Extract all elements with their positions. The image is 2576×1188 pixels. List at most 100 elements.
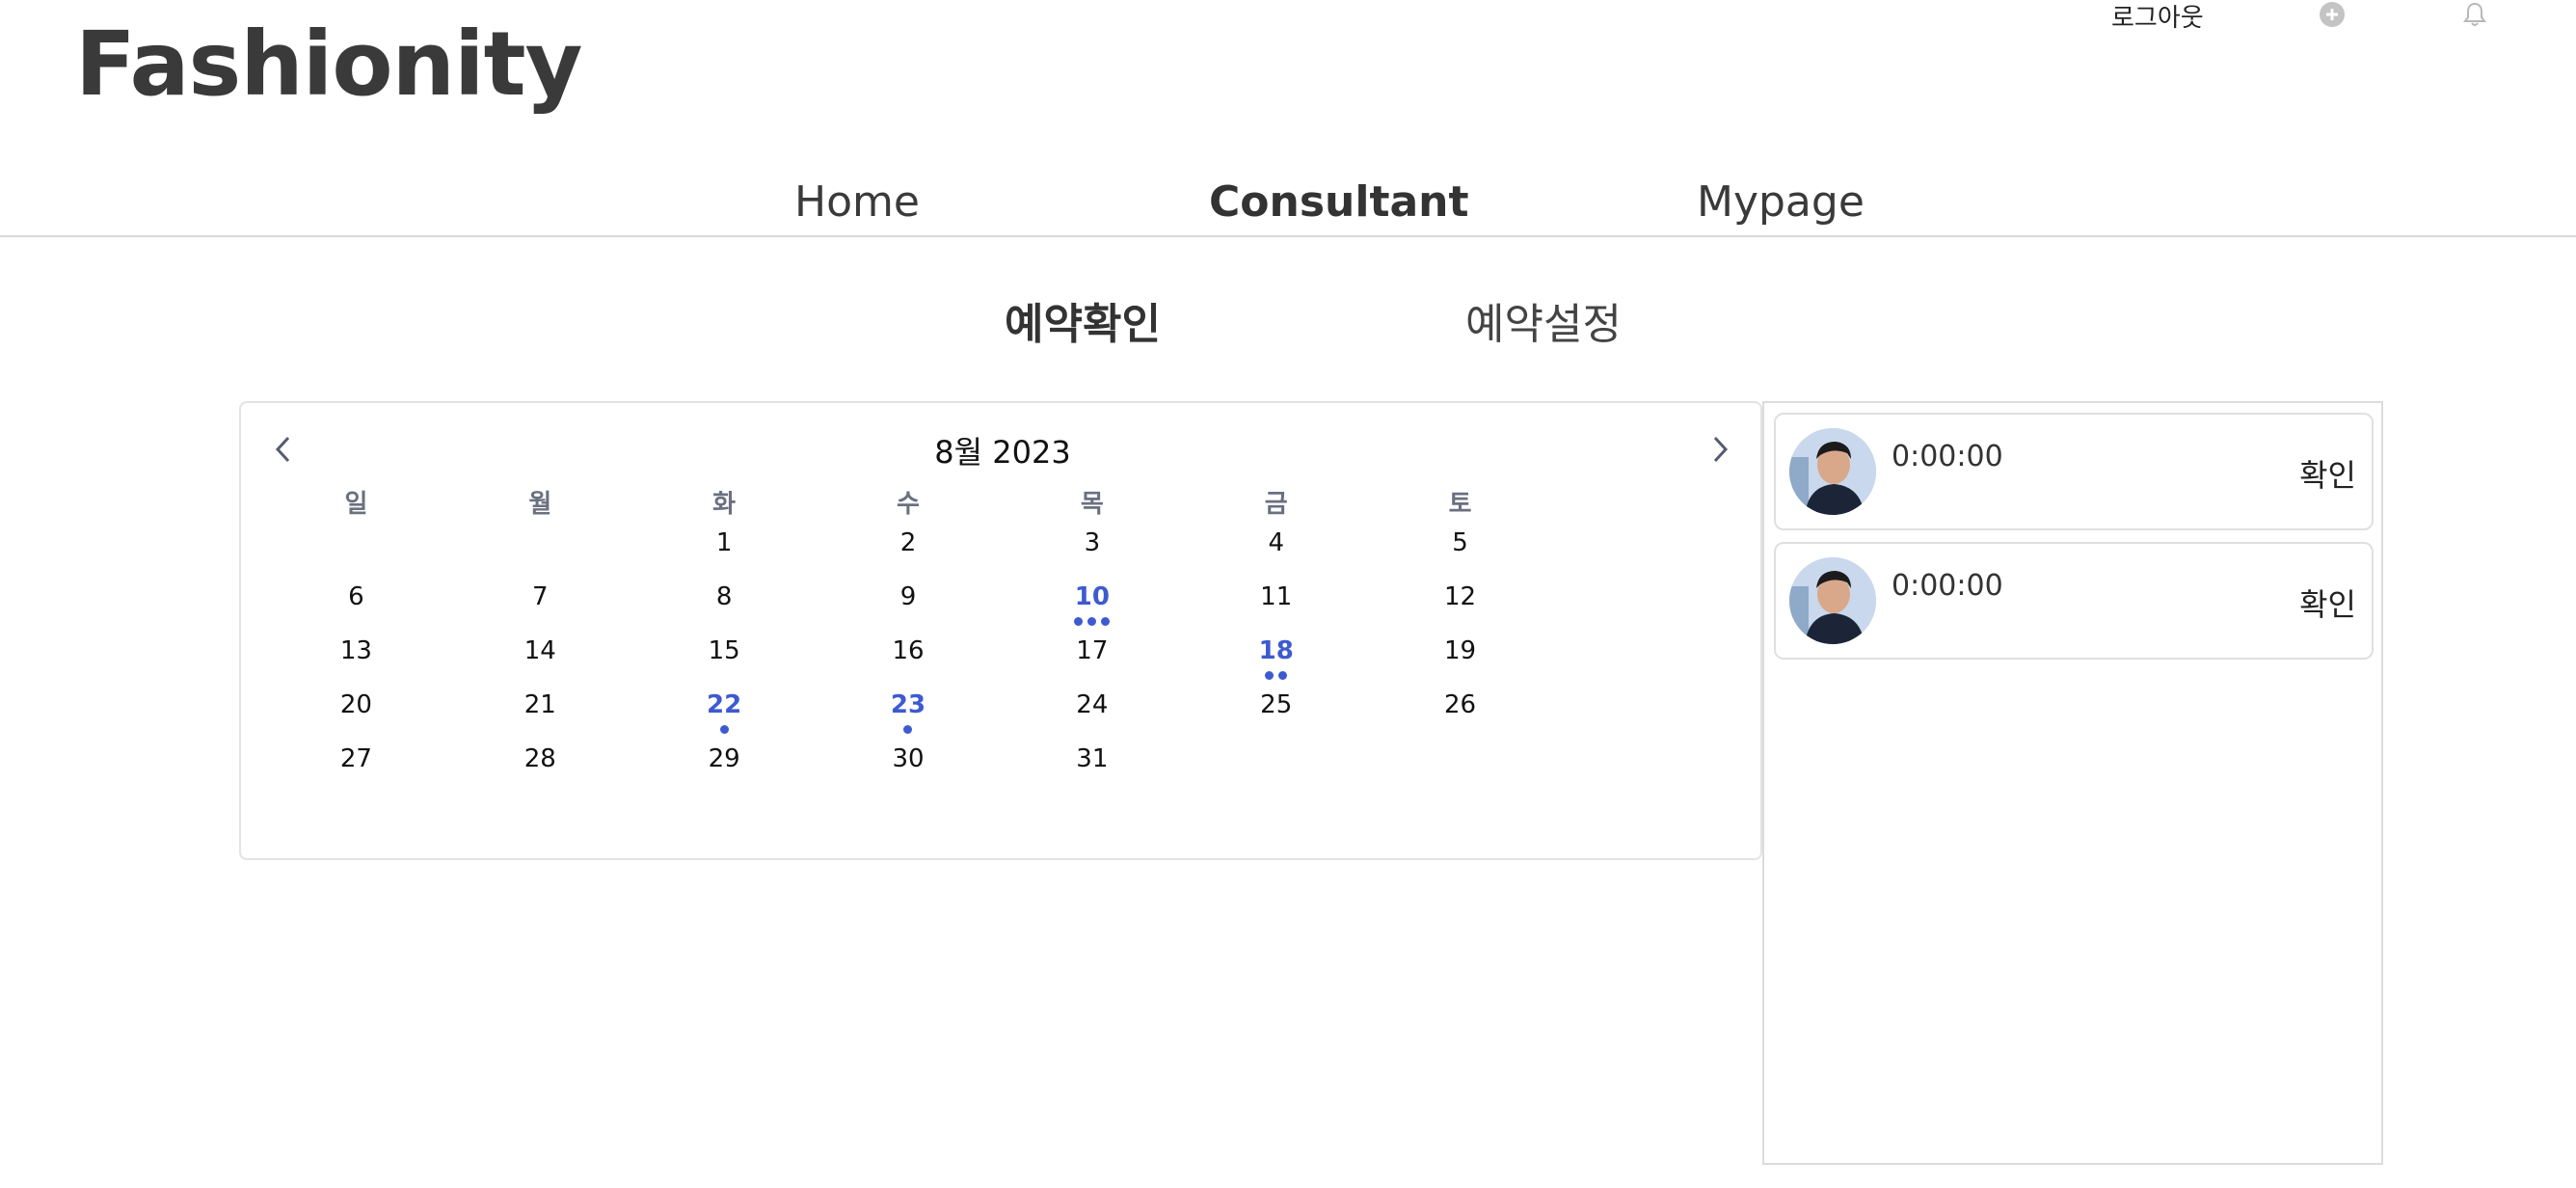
day-number: 30 bbox=[892, 744, 925, 773]
event-dot bbox=[1074, 617, 1084, 626]
calendar-day[interactable]: 1 bbox=[632, 528, 817, 582]
bell-icon[interactable] bbox=[2460, 0, 2489, 29]
calendar-day[interactable]: 28 bbox=[448, 744, 632, 798]
day-number: 21 bbox=[523, 690, 556, 719]
day-number: 24 bbox=[1076, 690, 1109, 719]
weekday-label: 월 bbox=[528, 490, 552, 519]
calendar-day[interactable]: 17 bbox=[1000, 636, 1184, 690]
calendar-day[interactable]: 9 bbox=[817, 582, 1001, 636]
day-number: 28 bbox=[523, 744, 556, 773]
event-dot bbox=[903, 725, 913, 734]
reservation-time: 0:00:00 bbox=[1892, 440, 2003, 473]
calendar-day[interactable]: 20 bbox=[264, 690, 448, 744]
calendar-day[interactable]: 18 bbox=[1184, 636, 1368, 690]
calendar-day[interactable]: 25 bbox=[1184, 690, 1368, 744]
calendar-day[interactable]: 12 bbox=[1368, 582, 1552, 636]
calendar-day[interactable]: 22 bbox=[632, 690, 817, 744]
calendar-day[interactable]: 27 bbox=[264, 744, 448, 798]
calendar-day[interactable]: 4 bbox=[1184, 528, 1368, 582]
day-number: 19 bbox=[1444, 636, 1477, 665]
main-nav: Home Consultant Mypage bbox=[0, 170, 2576, 237]
day-number: 29 bbox=[708, 744, 740, 773]
weekday-label: 일 bbox=[344, 490, 368, 519]
day-number: 25 bbox=[1260, 690, 1293, 719]
calendar-day[interactable]: 7 bbox=[448, 582, 632, 636]
calendar-week: 13 14 15 16 17 18 19 bbox=[264, 636, 1552, 690]
tab-reservation-settings[interactable]: 예약설정 bbox=[1465, 289, 1622, 351]
event-dots bbox=[632, 725, 817, 734]
day-number: 10 bbox=[1074, 582, 1110, 611]
calendar-day[interactable]: 14 bbox=[448, 636, 632, 690]
nav-mypage[interactable]: Mypage bbox=[1697, 177, 1865, 227]
avatar bbox=[1789, 557, 1876, 644]
day-number: 11 bbox=[1260, 582, 1293, 611]
calendar-day[interactable]: 23 bbox=[817, 690, 1001, 744]
day-number: 6 bbox=[348, 582, 364, 611]
calendar-day[interactable]: 3 bbox=[1000, 528, 1184, 582]
event-dot bbox=[1087, 617, 1097, 626]
weekday-header: 일 월 화 수 목 금 토 bbox=[264, 484, 1552, 519]
weekday-label: 수 bbox=[897, 490, 920, 519]
logo[interactable]: Fashionity bbox=[75, 14, 583, 116]
calendar-month-title: 8월 2023 bbox=[934, 434, 1071, 471]
day-number: 15 bbox=[708, 636, 740, 665]
weekday-label: 금 bbox=[1264, 490, 1288, 519]
day-number: 12 bbox=[1444, 582, 1477, 611]
day-number: 7 bbox=[532, 582, 549, 611]
calendar-day[interactable]: 29 bbox=[632, 744, 817, 798]
reservation-time: 0:00:00 bbox=[1892, 569, 2003, 603]
nav-consultant[interactable]: Consultant bbox=[1209, 177, 1469, 227]
weekday-label: 목 bbox=[1080, 490, 1104, 519]
calendar-week: 1 2 3 4 5 bbox=[264, 528, 1552, 582]
calendar-empty-cell bbox=[448, 528, 632, 582]
reservation-card[interactable]: 0:00:00 확인 bbox=[1774, 413, 2374, 530]
event-dot bbox=[1101, 617, 1111, 626]
calendar-day[interactable]: 19 bbox=[1368, 636, 1552, 690]
day-number: 26 bbox=[1444, 690, 1477, 719]
event-dots bbox=[817, 725, 1001, 734]
event-dot bbox=[719, 725, 729, 734]
weekday-label: 화 bbox=[712, 490, 737, 519]
day-number: 20 bbox=[339, 690, 372, 719]
calendar-day[interactable]: 26 bbox=[1368, 690, 1552, 744]
calendar-day[interactable]: 21 bbox=[448, 690, 632, 744]
calendar-day[interactable]: 24 bbox=[1000, 690, 1184, 744]
calendar-day[interactable]: 11 bbox=[1184, 582, 1368, 636]
calendar-day[interactable]: 31 bbox=[1000, 744, 1184, 798]
calendar-day[interactable]: 10 bbox=[1000, 582, 1184, 636]
event-dots bbox=[1184, 671, 1368, 680]
nav-home[interactable]: Home bbox=[794, 177, 920, 227]
calendar-empty-cell bbox=[1368, 744, 1552, 798]
calendar-day[interactable]: 2 bbox=[817, 528, 1001, 582]
calendar: 8월 2023 일 월 화 수 목 금 토 1 2 3 4 5 6 7 8 9 10 11 12 13 1… bbox=[239, 401, 1762, 860]
tab-reservation-check[interactable]: 예약확인 bbox=[1005, 289, 1161, 351]
calendar-day[interactable]: 5 bbox=[1368, 528, 1552, 582]
logout-link[interactable]: 로그아웃 bbox=[2111, 0, 2204, 34]
day-number: 23 bbox=[890, 690, 926, 719]
day-number: 16 bbox=[892, 636, 925, 665]
chevron-right-icon[interactable] bbox=[1701, 430, 1739, 469]
calendar-day[interactable]: 15 bbox=[632, 636, 817, 690]
plus-circle-icon[interactable] bbox=[2318, 0, 2347, 29]
day-number: 3 bbox=[1084, 528, 1101, 557]
day-number: 8 bbox=[715, 582, 733, 611]
day-number: 13 bbox=[339, 636, 372, 665]
event-dot bbox=[1265, 671, 1275, 680]
calendar-week: 20 21 22 23 24 25 26 bbox=[264, 690, 1552, 744]
calendar-day[interactable]: 30 bbox=[817, 744, 1001, 798]
calendar-day[interactable]: 13 bbox=[264, 636, 448, 690]
day-number: 2 bbox=[899, 528, 917, 557]
avatar bbox=[1789, 428, 1876, 515]
calendar-day[interactable]: 16 bbox=[817, 636, 1001, 690]
confirm-button[interactable]: 확인 bbox=[2299, 451, 2356, 496]
calendar-empty-cell bbox=[1184, 744, 1368, 798]
day-number: 5 bbox=[1452, 528, 1468, 557]
day-number: 14 bbox=[523, 636, 556, 665]
calendar-day[interactable]: 8 bbox=[632, 582, 817, 636]
day-number: 17 bbox=[1076, 636, 1109, 665]
day-number: 31 bbox=[1076, 744, 1109, 773]
reservation-card[interactable]: 0:00:00 확인 bbox=[1774, 542, 2374, 660]
day-number: 27 bbox=[339, 744, 372, 773]
calendar-day[interactable]: 6 bbox=[264, 582, 448, 636]
confirm-button[interactable]: 확인 bbox=[2299, 580, 2356, 625]
